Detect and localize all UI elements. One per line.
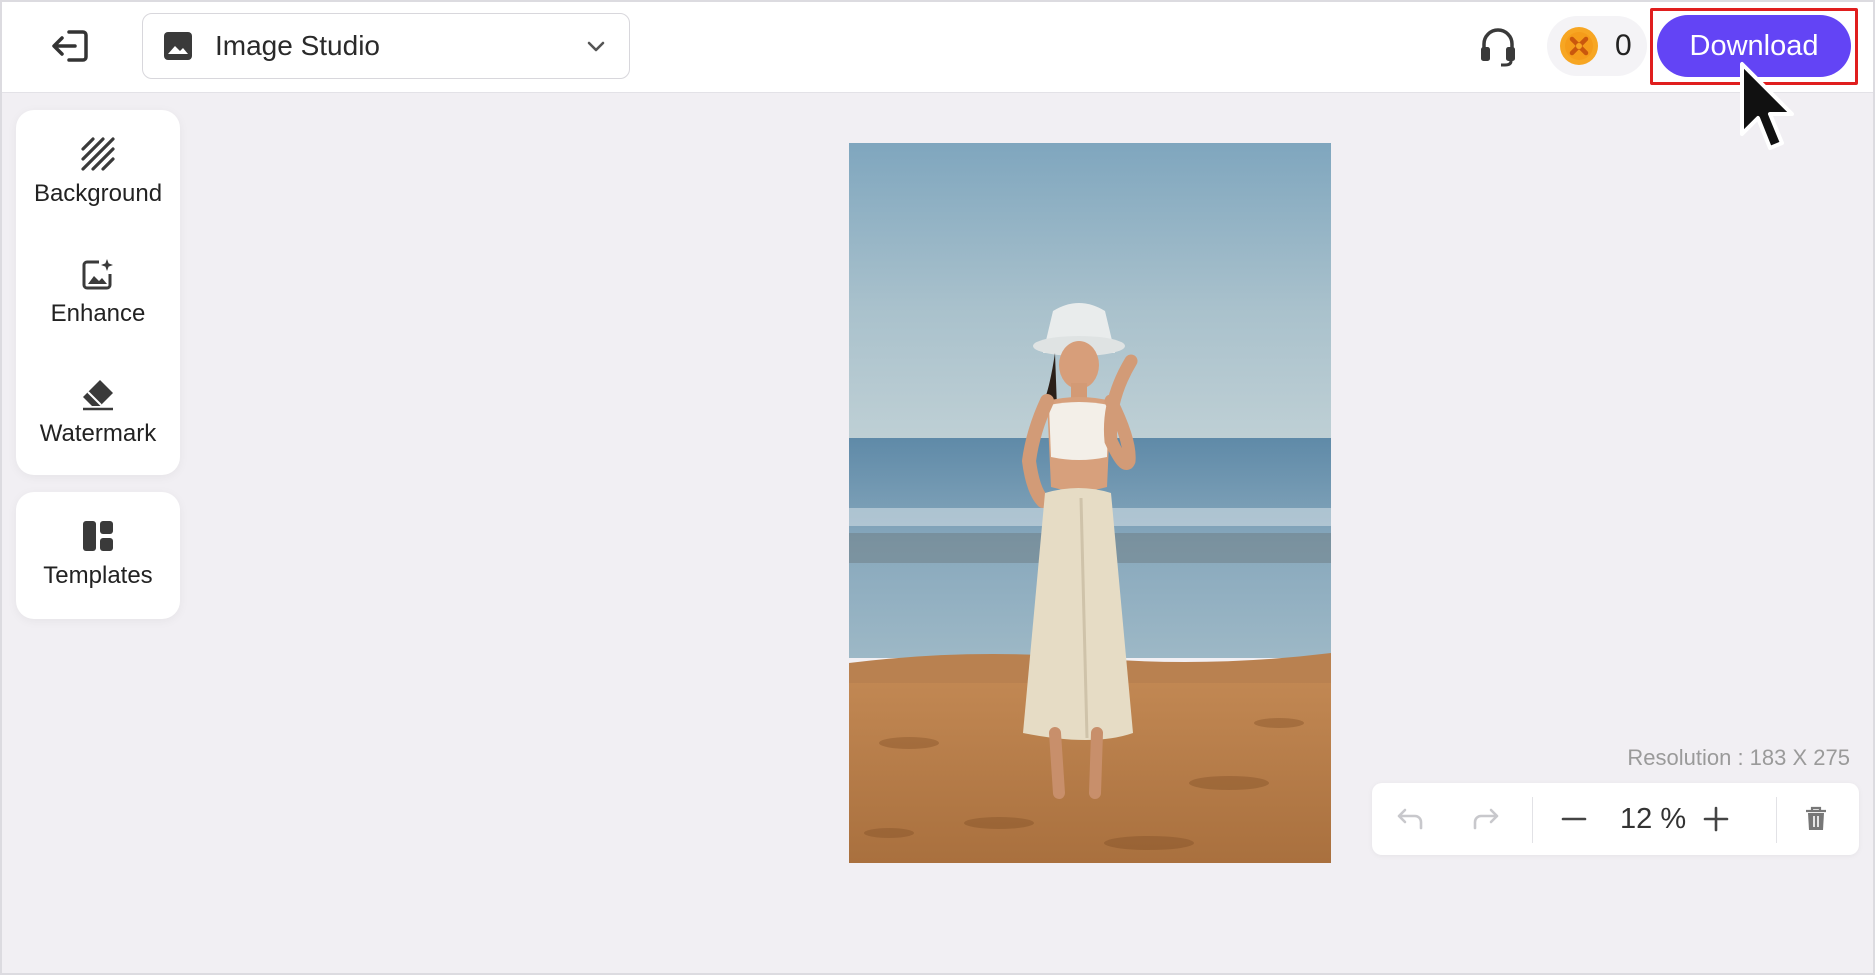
zoom-in-button[interactable]: [1694, 797, 1738, 841]
tool-label: Background: [33, 180, 163, 207]
exit-button[interactable]: [48, 26, 92, 66]
toolbar-divider: [1776, 797, 1777, 843]
tool-templates[interactable]: Templates: [16, 492, 180, 619]
background-hatch-icon: [80, 136, 116, 172]
toolbar-divider: [1532, 797, 1533, 843]
top-bar: Image Studio 0 Download: [0, 0, 1875, 93]
templates-panel: Templates: [16, 492, 180, 619]
zoom-level: 12 %: [1620, 802, 1687, 835]
delete-button[interactable]: [1794, 797, 1838, 841]
support-button[interactable]: [1474, 22, 1522, 70]
beach-photo-illustration: [849, 143, 1331, 863]
plus-icon: [1703, 806, 1729, 832]
credits-count: 0: [1615, 29, 1632, 62]
canvas-photo[interactable]: [849, 143, 1331, 863]
tool-watermark[interactable]: Watermark: [16, 350, 180, 460]
zoom-out-button[interactable]: [1552, 797, 1596, 841]
enhance-image-icon: [80, 256, 116, 292]
exit-icon: [52, 30, 88, 62]
headset-icon: [1481, 28, 1515, 67]
chevron-down-icon: [583, 33, 609, 59]
coin-icon: [1559, 26, 1599, 66]
redo-icon: [1473, 808, 1499, 830]
minus-icon: [1561, 817, 1587, 821]
eraser-icon: [80, 376, 116, 412]
tool-label: Enhance: [50, 300, 146, 327]
tool-label: Templates: [43, 562, 153, 589]
tool-enhance[interactable]: Enhance: [16, 230, 180, 340]
redo-button[interactable]: [1464, 797, 1508, 841]
undo-icon: [1397, 808, 1423, 830]
image-icon: [163, 31, 193, 61]
resolution-label: Resolution : 183 X 275: [1627, 745, 1850, 770]
mouse-cursor-icon: [1740, 62, 1794, 150]
undo-button[interactable]: [1388, 797, 1432, 841]
tools-panel: Background Enhance Watermark: [16, 110, 180, 475]
project-name: Image Studio: [215, 30, 380, 61]
trash-icon: [1806, 806, 1826, 830]
zoom-toolbar: 12 %: [1372, 783, 1859, 855]
credits-indicator[interactable]: 0: [1547, 16, 1647, 76]
tool-background[interactable]: Background: [16, 110, 180, 220]
tool-label: Watermark: [39, 420, 157, 447]
project-selector[interactable]: Image Studio: [142, 13, 630, 79]
templates-icon: [80, 518, 116, 554]
